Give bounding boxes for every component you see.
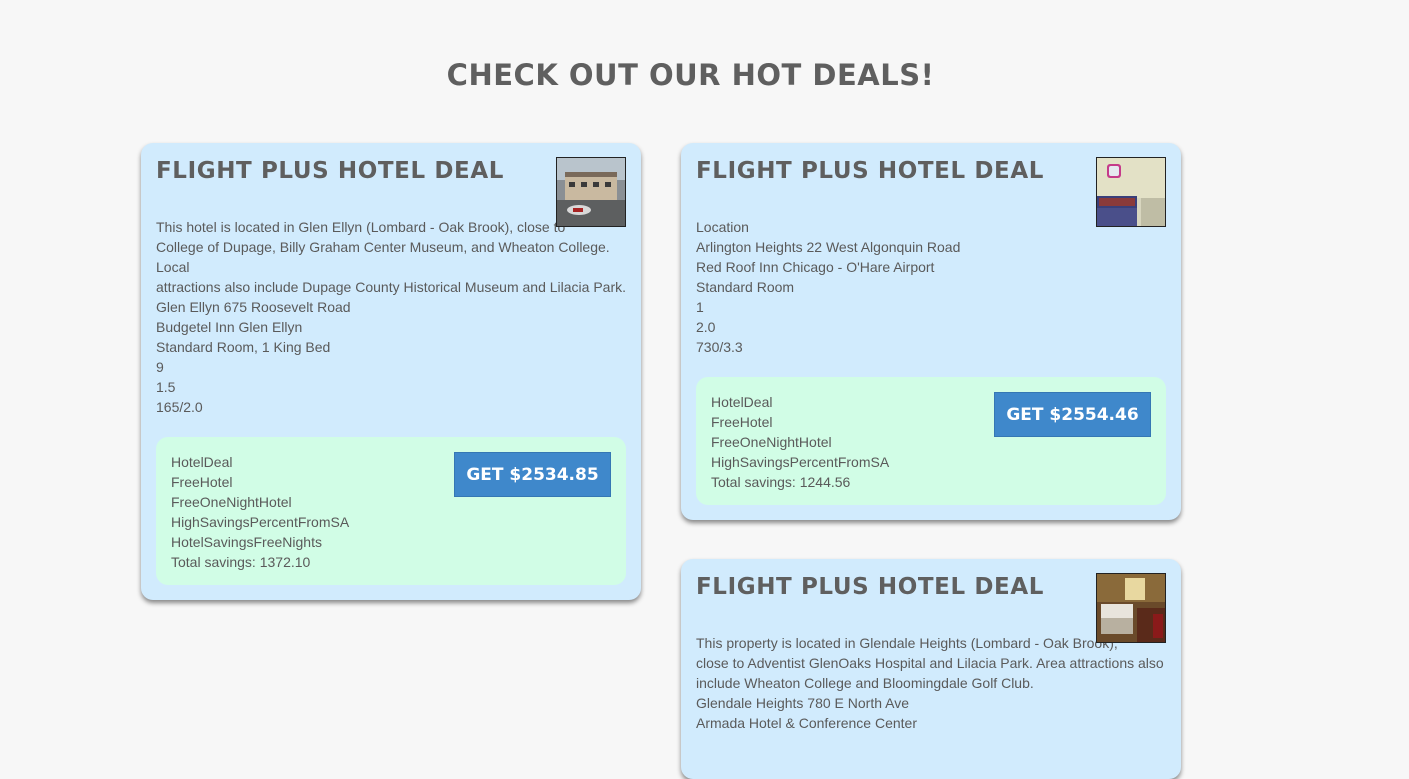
deal-details: This property is located in Glendale Hei… [696, 633, 1166, 733]
hotel-exterior-photo-icon [556, 157, 626, 227]
deal-card: FLIGHT PLUS HOTEL DEAL Location Arlingto… [681, 143, 1181, 520]
hotel-room-photo-icon [1096, 157, 1166, 227]
detail-line: 9 [156, 359, 164, 375]
detail-line: College of Dupage, Billy Graham Center M… [156, 239, 610, 275]
detail-line: Budgetel Inn Glen Ellyn [156, 319, 303, 335]
deal-details: Location Arlington Heights 22 West Algon… [696, 217, 1166, 357]
detail-line: Standard Room, 1 King Bed [156, 339, 331, 355]
detail-line: Armada Hotel & Conference Center [696, 715, 917, 731]
detail-line: include Wheaton College and Bloomingdale… [696, 675, 1034, 691]
detail-line: attractions also include Dupage County H… [156, 279, 627, 295]
page-title: CHECK OUT OUR HOT DEALS! [446, 58, 935, 92]
deal-savings-box: HotelDeal FreeHotel FreeOneNightHotel Hi… [156, 437, 626, 585]
deal-tag: HighSavingsPercentFromSA [171, 514, 350, 530]
get-deal-button[interactable]: GET $2534.85 [454, 452, 611, 497]
detail-line: Glen Ellyn 675 Roosevelt Road [156, 299, 351, 315]
deal-details: This hotel is located in Glen Ellyn (Lom… [156, 217, 626, 417]
detail-line: close to Adventist GlenOaks Hospital and… [696, 655, 1164, 671]
detail-line: 730/3.3 [696, 339, 743, 355]
deal-card: FLIGHT PLUS HOTEL DEAL This hotel is loc… [141, 143, 641, 600]
deal-savings-box: HotelDeal FreeHotel FreeOneNightHotel Hi… [696, 377, 1166, 505]
total-savings: Total savings: 1372.10 [171, 554, 311, 570]
deal-tag: HotelSavingsFreeNights [171, 534, 322, 550]
detail-line: Standard Room [696, 279, 795, 295]
detail-line: Glendale Heights 780 E North Ave [696, 695, 909, 711]
detail-line: Red Roof Inn Chicago - O'Hare Airport [696, 259, 935, 275]
detail-line: Arlington Heights 22 West Algonquin Road [696, 239, 961, 255]
detail-line: 2.0 [696, 319, 716, 335]
detail-line: 1 [696, 299, 704, 315]
detail-line: 165/2.0 [156, 399, 203, 415]
total-savings: Total savings: 1244.56 [711, 474, 851, 490]
detail-line: 1.5 [156, 379, 176, 395]
deal-tag: HighSavingsPercentFromSA [711, 454, 890, 470]
get-deal-button[interactable]: GET $2554.46 [994, 392, 1151, 437]
deal-card: FLIGHT PLUS HOTEL DEAL This property is … [681, 559, 1181, 779]
hotel-room-photo-icon [1096, 573, 1166, 643]
